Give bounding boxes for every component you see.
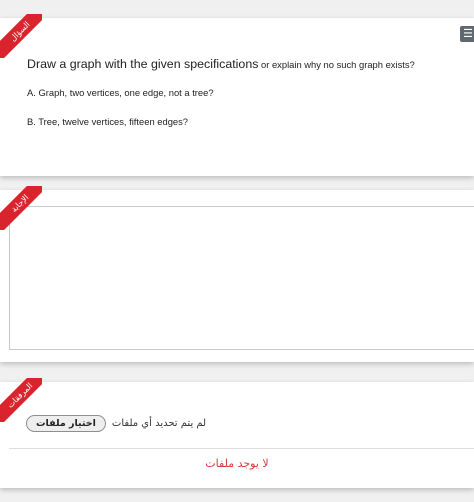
divider xyxy=(9,448,474,449)
question-title-main: Draw a graph with the given specificatio… xyxy=(27,57,259,71)
attachments-ribbon: المرفقات xyxy=(0,378,42,422)
menu-icon: ☰ xyxy=(463,27,473,40)
question-title-sub: or explain why no such graph exists? xyxy=(258,59,415,70)
attachments-ribbon-label: المرفقات xyxy=(0,378,42,422)
answer-ribbon: الإجابة xyxy=(0,186,42,230)
question-ribbon: السؤال xyxy=(0,14,42,58)
question-title: Draw a graph with the given specificatio… xyxy=(27,55,415,73)
answer-textarea[interactable] xyxy=(9,206,474,350)
file-status-text: لم يتم تحديد أي ملفات xyxy=(111,418,207,429)
question-ribbon-label: السؤال xyxy=(0,14,42,58)
attachments-card: المرفقات اختيار ملفات لم يتم تحديد أي مل… xyxy=(0,378,474,488)
answer-ribbon-label: الإجابة xyxy=(0,186,42,230)
answer-card: الإجابة xyxy=(0,186,474,362)
no-files-message: لا يوجد ملفات xyxy=(205,457,269,470)
file-input-row: اختيار ملفات لم يتم تحديد أي ملفات xyxy=(26,415,206,432)
question-part-a: A. Graph, two vertices, one edge, not a … xyxy=(27,87,214,98)
question-part-b: B. Tree, twelve vertices, fifteen edges? xyxy=(27,116,189,127)
menu-button[interactable]: ☰ xyxy=(460,26,474,42)
question-card: السؤال ☰ Draw a graph with the given spe… xyxy=(0,14,474,176)
